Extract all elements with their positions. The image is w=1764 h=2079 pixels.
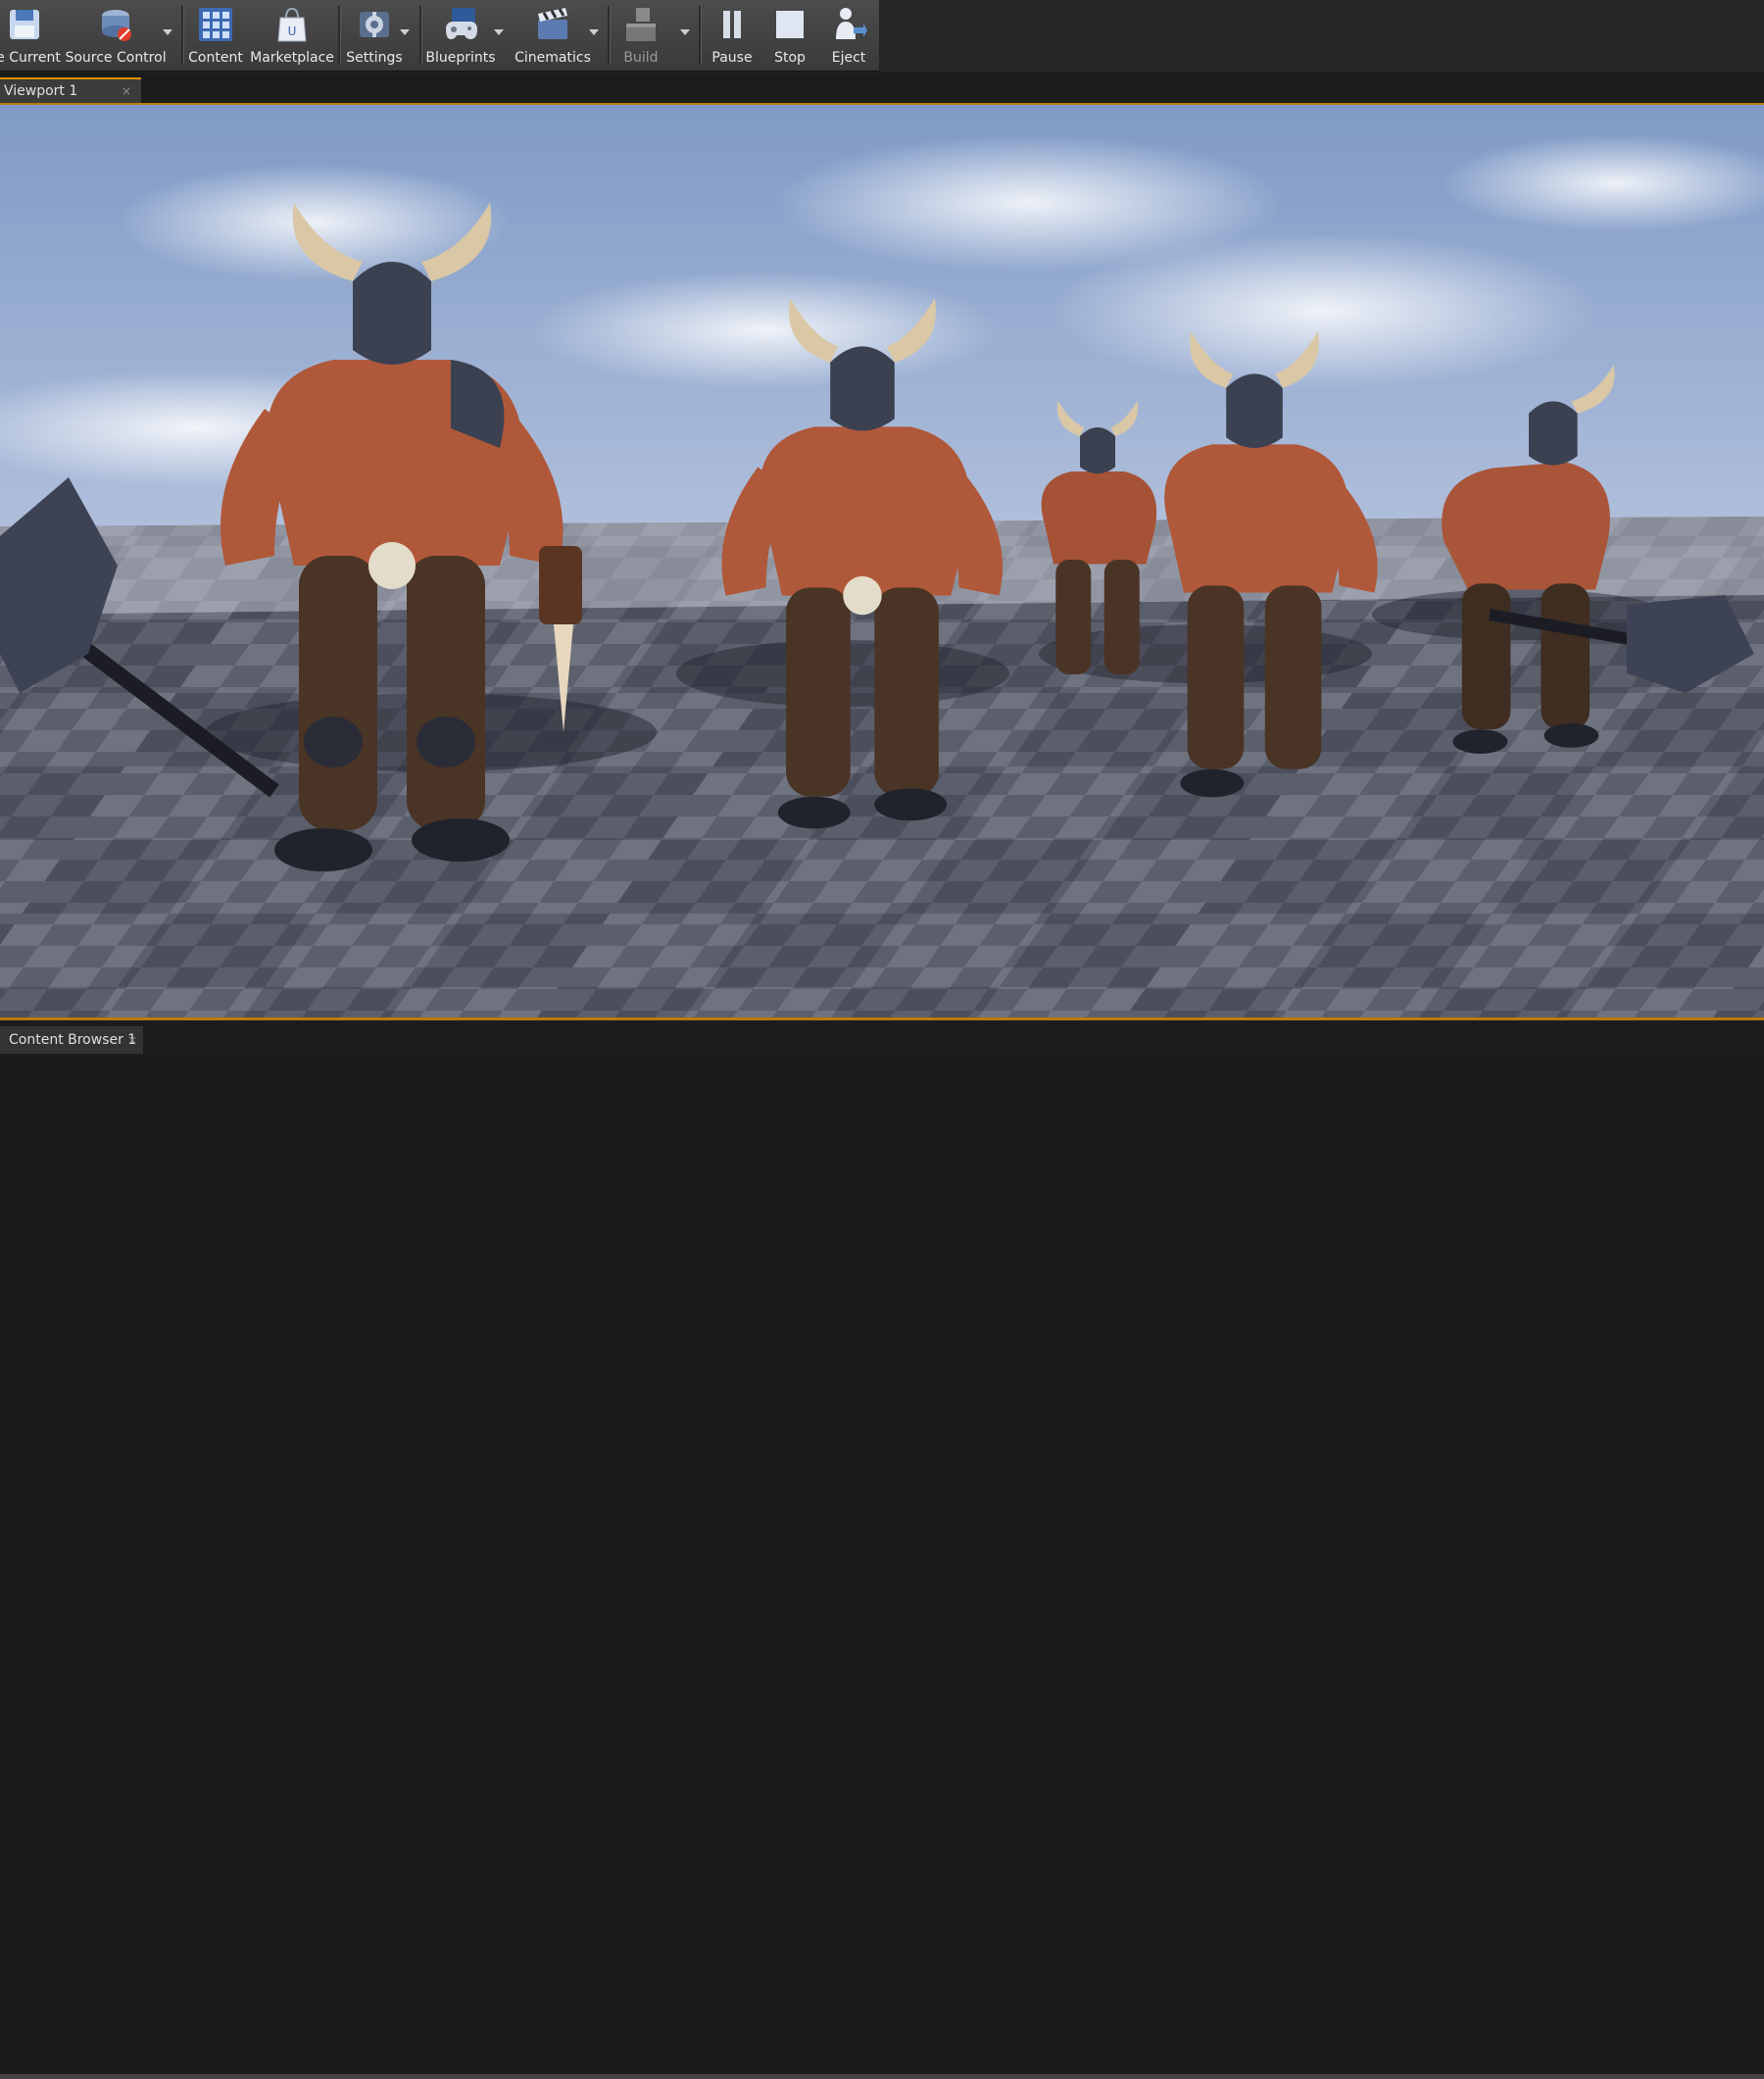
build-label: Build bbox=[623, 50, 659, 66]
settings-dropdown-arrow-icon[interactable] bbox=[400, 29, 410, 35]
settings-label: Settings bbox=[346, 50, 403, 66]
tab-viewport-1[interactable]: Viewport 1 × bbox=[0, 77, 141, 105]
stop-button[interactable]: Stop bbox=[762, 4, 817, 67]
save-current-button[interactable]: e Current bbox=[0, 4, 61, 67]
save-current-label: e Current bbox=[0, 50, 61, 66]
toolbar-separator bbox=[338, 6, 341, 65]
pause-button[interactable]: Pause bbox=[705, 4, 760, 67]
build-blocks-icon bbox=[626, 8, 656, 41]
eject-label: Eject bbox=[831, 50, 866, 66]
source-control-dropdown-arrow-icon[interactable] bbox=[163, 29, 172, 35]
pause-icon bbox=[723, 11, 741, 38]
close-icon[interactable]: × bbox=[122, 79, 131, 103]
marketplace-bag-icon: U bbox=[277, 7, 307, 42]
content-label: Content bbox=[188, 50, 243, 66]
content-browser-panel-edge bbox=[0, 2074, 1764, 2079]
clapperboard-icon bbox=[538, 8, 567, 39]
toolbar-separator bbox=[699, 6, 702, 65]
viewport-tab-strip: Viewport 1 × bbox=[0, 73, 1764, 105]
pause-label: Pause bbox=[711, 50, 753, 66]
stop-label: Stop bbox=[774, 50, 806, 66]
eject-person-icon bbox=[836, 8, 867, 39]
bottom-tab-strip: Content Browser 1 × bbox=[0, 1020, 1764, 2079]
tab-content-browser-1[interactable]: Content Browser 1 × bbox=[0, 1026, 143, 1054]
build-button[interactable]: Build bbox=[613, 4, 668, 67]
content-grid-icon bbox=[199, 8, 232, 41]
level-viewport[interactable] bbox=[0, 105, 1764, 1017]
marketplace-label: Marketplace bbox=[250, 50, 334, 66]
stop-icon bbox=[776, 11, 804, 38]
viewport-tab-label: Viewport 1 bbox=[4, 83, 78, 99]
toolbar-separator bbox=[608, 6, 611, 65]
toolbar-separator bbox=[181, 6, 184, 65]
marketplace-button[interactable]: U Marketplace bbox=[250, 4, 334, 67]
cinematics-dropdown-arrow-icon[interactable] bbox=[589, 29, 599, 35]
cinematics-label: Cinematics bbox=[514, 50, 591, 66]
cinematics-button[interactable]: Cinematics bbox=[514, 4, 591, 67]
settings-gear-icon bbox=[360, 12, 389, 37]
source-control-label: Source Control bbox=[65, 50, 167, 66]
blueprints-gamepad-icon bbox=[446, 8, 477, 39]
blueprints-label: Blueprints bbox=[425, 50, 496, 66]
content-button[interactable]: Content bbox=[187, 4, 244, 67]
main-toolbar: e Current Source Control Content U Marke… bbox=[0, 0, 879, 72]
close-icon[interactable]: × bbox=[127, 1026, 137, 1054]
settings-button[interactable]: Settings bbox=[344, 4, 405, 67]
source-control-button[interactable]: Source Control bbox=[65, 4, 167, 67]
toolbar-separator bbox=[419, 6, 422, 65]
source-control-icon bbox=[102, 10, 131, 41]
blueprints-dropdown-arrow-icon[interactable] bbox=[494, 29, 504, 35]
svg-text:U: U bbox=[288, 25, 297, 38]
save-icon bbox=[10, 10, 39, 39]
blueprints-button[interactable]: Blueprints bbox=[425, 4, 496, 67]
content-browser-tab-label: Content Browser 1 bbox=[9, 1032, 137, 1048]
viewport-scene bbox=[0, 105, 1764, 1017]
build-dropdown-arrow-icon[interactable] bbox=[680, 29, 690, 35]
eject-button[interactable]: Eject bbox=[821, 4, 876, 67]
